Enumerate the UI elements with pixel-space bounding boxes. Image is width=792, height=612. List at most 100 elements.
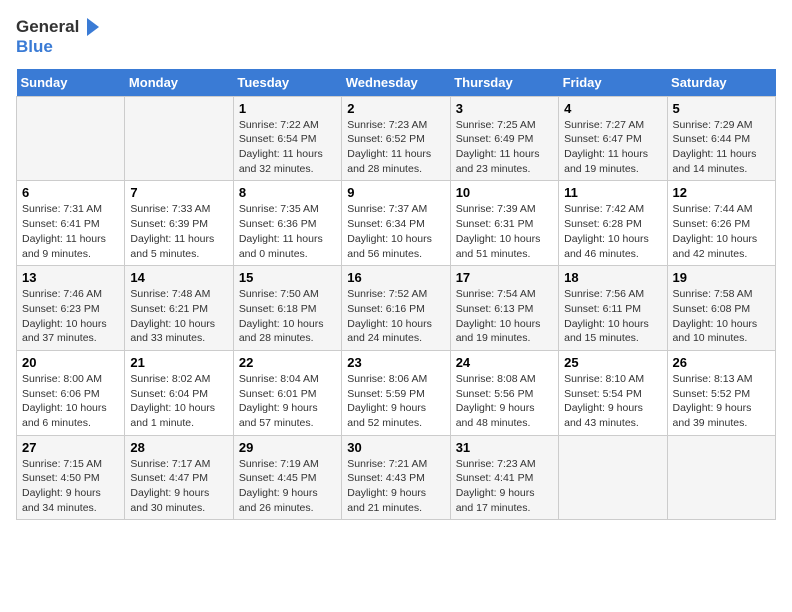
cell-info: Sunrise: 7:19 AMSunset: 4:45 PMDaylight:… <box>239 457 336 516</box>
cell-info: Sunrise: 7:46 AMSunset: 6:23 PMDaylight:… <box>22 287 119 346</box>
day-number: 9 <box>347 185 444 200</box>
day-number: 27 <box>22 440 119 455</box>
day-cell: 12 Sunrise: 7:44 AMSunset: 6:26 PMDayligh… <box>667 181 775 266</box>
day-number: 29 <box>239 440 336 455</box>
day-cell: 25 Sunrise: 8:10 AMSunset: 5:54 PMDayligh… <box>559 350 667 435</box>
day-cell: 11 Sunrise: 7:42 AMSunset: 6:28 PMDayligh… <box>559 181 667 266</box>
day-number: 30 <box>347 440 444 455</box>
cell-info: Sunrise: 8:08 AMSunset: 5:56 PMDaylight:… <box>456 372 553 431</box>
cell-info: Sunrise: 7:33 AMSunset: 6:39 PMDaylight:… <box>130 202 227 261</box>
day-cell: 24Sunrise: 8:08 AMSunset: 5:56 PMDayligh… <box>450 350 558 435</box>
day-cell: 4 Sunrise: 7:27 AMSunset: 6:47 PMDaylight… <box>559 96 667 181</box>
day-number: 21 <box>130 355 227 370</box>
day-number: 19 <box>673 270 770 285</box>
day-cell <box>667 435 775 520</box>
cell-info: Sunrise: 7:54 AMSunset: 6:13 PMDaylight:… <box>456 287 553 346</box>
week-row: 1Sunrise: 7:22 AMSunset: 6:54 PMDaylight… <box>17 96 776 181</box>
day-cell: 3Sunrise: 7:25 AMSunset: 6:49 PMDaylight… <box>450 96 558 181</box>
day-cell: 1Sunrise: 7:22 AMSunset: 6:54 PMDaylight… <box>233 96 341 181</box>
day-cell: 8 Sunrise: 7:35 AMSunset: 6:36 PMDaylight… <box>233 181 341 266</box>
day-number: 1 <box>239 101 336 116</box>
day-cell: 28Sunrise: 7:17 AMSunset: 4:47 PMDayligh… <box>125 435 233 520</box>
day-cell: 7 Sunrise: 7:33 AMSunset: 6:39 PMDaylight… <box>125 181 233 266</box>
day-number: 31 <box>456 440 553 455</box>
cell-info: Sunrise: 7:56 AMSunset: 6:11 PMDaylight:… <box>564 287 661 346</box>
day-number: 26 <box>673 355 770 370</box>
day-cell: 2 Sunrise: 7:23 AMSunset: 6:52 PMDaylight… <box>342 96 450 181</box>
week-row: 27 Sunrise: 7:15 AMSunset: 4:50 PMDayligh… <box>17 435 776 520</box>
day-cell: 15 Sunrise: 7:50 AMSunset: 6:18 PMDayligh… <box>233 266 341 351</box>
day-number: 28 <box>130 440 227 455</box>
cell-info: Sunrise: 7:27 AMSunset: 6:47 PMDaylight:… <box>564 118 661 177</box>
day-number: 13 <box>22 270 119 285</box>
day-number: 16 <box>347 270 444 285</box>
cell-info: Sunrise: 7:15 AMSunset: 4:50 PMDaylight:… <box>22 457 119 516</box>
day-number: 10 <box>456 185 553 200</box>
cell-info: Sunrise: 7:39 AMSunset: 6:31 PMDaylight:… <box>456 202 553 261</box>
week-row: 20 Sunrise: 8:00 AMSunset: 6:06 PMDayligh… <box>17 350 776 435</box>
logo: General Blue <box>16 16 101 57</box>
week-row: 13 Sunrise: 7:46 AMSunset: 6:23 PMDayligh… <box>17 266 776 351</box>
day-cell: 30 Sunrise: 7:21 AMSunset: 4:43 PMDayligh… <box>342 435 450 520</box>
day-cell: 26Sunrise: 8:13 AMSunset: 5:52 PMDayligh… <box>667 350 775 435</box>
cell-info: Sunrise: 7:58 AMSunset: 6:08 PMDaylight:… <box>673 287 770 346</box>
cell-info: Sunrise: 7:21 AMSunset: 4:43 PMDaylight:… <box>347 457 444 516</box>
day-cell: 20 Sunrise: 8:00 AMSunset: 6:06 PMDayligh… <box>17 350 125 435</box>
day-header: Wednesday <box>342 69 450 97</box>
header: General Blue <box>16 16 776 57</box>
day-number: 25 <box>564 355 661 370</box>
day-header: Thursday <box>450 69 558 97</box>
day-number: 23 <box>347 355 444 370</box>
day-number: 6 <box>22 185 119 200</box>
calendar-table: SundayMondayTuesdayWednesdayThursdayFrid… <box>16 69 776 521</box>
cell-info: Sunrise: 7:50 AMSunset: 6:18 PMDaylight:… <box>239 287 336 346</box>
day-cell <box>559 435 667 520</box>
cell-info: Sunrise: 7:42 AMSunset: 6:28 PMDaylight:… <box>564 202 661 261</box>
cell-info: Sunrise: 7:23 AMSunset: 4:41 PMDaylight:… <box>456 457 553 516</box>
day-number: 3 <box>456 101 553 116</box>
day-cell: 17 Sunrise: 7:54 AMSunset: 6:13 PMDayligh… <box>450 266 558 351</box>
day-header: Sunday <box>17 69 125 97</box>
day-cell <box>17 96 125 181</box>
day-header: Friday <box>559 69 667 97</box>
day-number: 22 <box>239 355 336 370</box>
day-cell: 9 Sunrise: 7:37 AMSunset: 6:34 PMDaylight… <box>342 181 450 266</box>
day-cell: 31 Sunrise: 7:23 AMSunset: 4:41 PMDayligh… <box>450 435 558 520</box>
day-cell: 13 Sunrise: 7:46 AMSunset: 6:23 PMDayligh… <box>17 266 125 351</box>
day-number: 20 <box>22 355 119 370</box>
day-number: 5 <box>673 101 770 116</box>
day-cell: 23 Sunrise: 8:06 AMSunset: 5:59 PMDayligh… <box>342 350 450 435</box>
day-number: 2 <box>347 101 444 116</box>
day-number: 15 <box>239 270 336 285</box>
day-number: 12 <box>673 185 770 200</box>
day-number: 8 <box>239 185 336 200</box>
day-number: 11 <box>564 185 661 200</box>
cell-info: Sunrise: 7:23 AMSunset: 6:52 PMDaylight:… <box>347 118 444 177</box>
day-cell: 27 Sunrise: 7:15 AMSunset: 4:50 PMDayligh… <box>17 435 125 520</box>
day-cell: 16Sunrise: 7:52 AMSunset: 6:16 PMDayligh… <box>342 266 450 351</box>
cell-info: Sunrise: 7:44 AMSunset: 6:26 PMDaylight:… <box>673 202 770 261</box>
cell-info: Sunrise: 8:10 AMSunset: 5:54 PMDaylight:… <box>564 372 661 431</box>
day-number: 14 <box>130 270 227 285</box>
day-cell: 22 Sunrise: 8:04 AMSunset: 6:01 PMDayligh… <box>233 350 341 435</box>
cell-info: Sunrise: 8:02 AMSunset: 6:04 PMDaylight:… <box>130 372 227 431</box>
logo-arrow-icon <box>81 16 101 38</box>
day-number: 17 <box>456 270 553 285</box>
cell-info: Sunrise: 8:04 AMSunset: 6:01 PMDaylight:… <box>239 372 336 431</box>
day-number: 4 <box>564 101 661 116</box>
day-number: 7 <box>130 185 227 200</box>
cell-info: Sunrise: 7:35 AMSunset: 6:36 PMDaylight:… <box>239 202 336 261</box>
cell-info: Sunrise: 8:06 AMSunset: 5:59 PMDaylight:… <box>347 372 444 431</box>
cell-info: Sunrise: 7:37 AMSunset: 6:34 PMDaylight:… <box>347 202 444 261</box>
day-cell <box>125 96 233 181</box>
day-cell: 18Sunrise: 7:56 AMSunset: 6:11 PMDayligh… <box>559 266 667 351</box>
cell-info: Sunrise: 7:48 AMSunset: 6:21 PMDaylight:… <box>130 287 227 346</box>
day-cell: 10 Sunrise: 7:39 AMSunset: 6:31 PMDayligh… <box>450 181 558 266</box>
cell-info: Sunrise: 7:31 AMSunset: 6:41 PMDaylight:… <box>22 202 119 261</box>
day-cell: 14 Sunrise: 7:48 AMSunset: 6:21 PMDayligh… <box>125 266 233 351</box>
header-row: SundayMondayTuesdayWednesdayThursdayFrid… <box>17 69 776 97</box>
day-cell: 5Sunrise: 7:29 AMSunset: 6:44 PMDaylight… <box>667 96 775 181</box>
cell-info: Sunrise: 8:00 AMSunset: 6:06 PMDaylight:… <box>22 372 119 431</box>
day-header: Monday <box>125 69 233 97</box>
day-cell: 21 Sunrise: 8:02 AMSunset: 6:04 PMDayligh… <box>125 350 233 435</box>
